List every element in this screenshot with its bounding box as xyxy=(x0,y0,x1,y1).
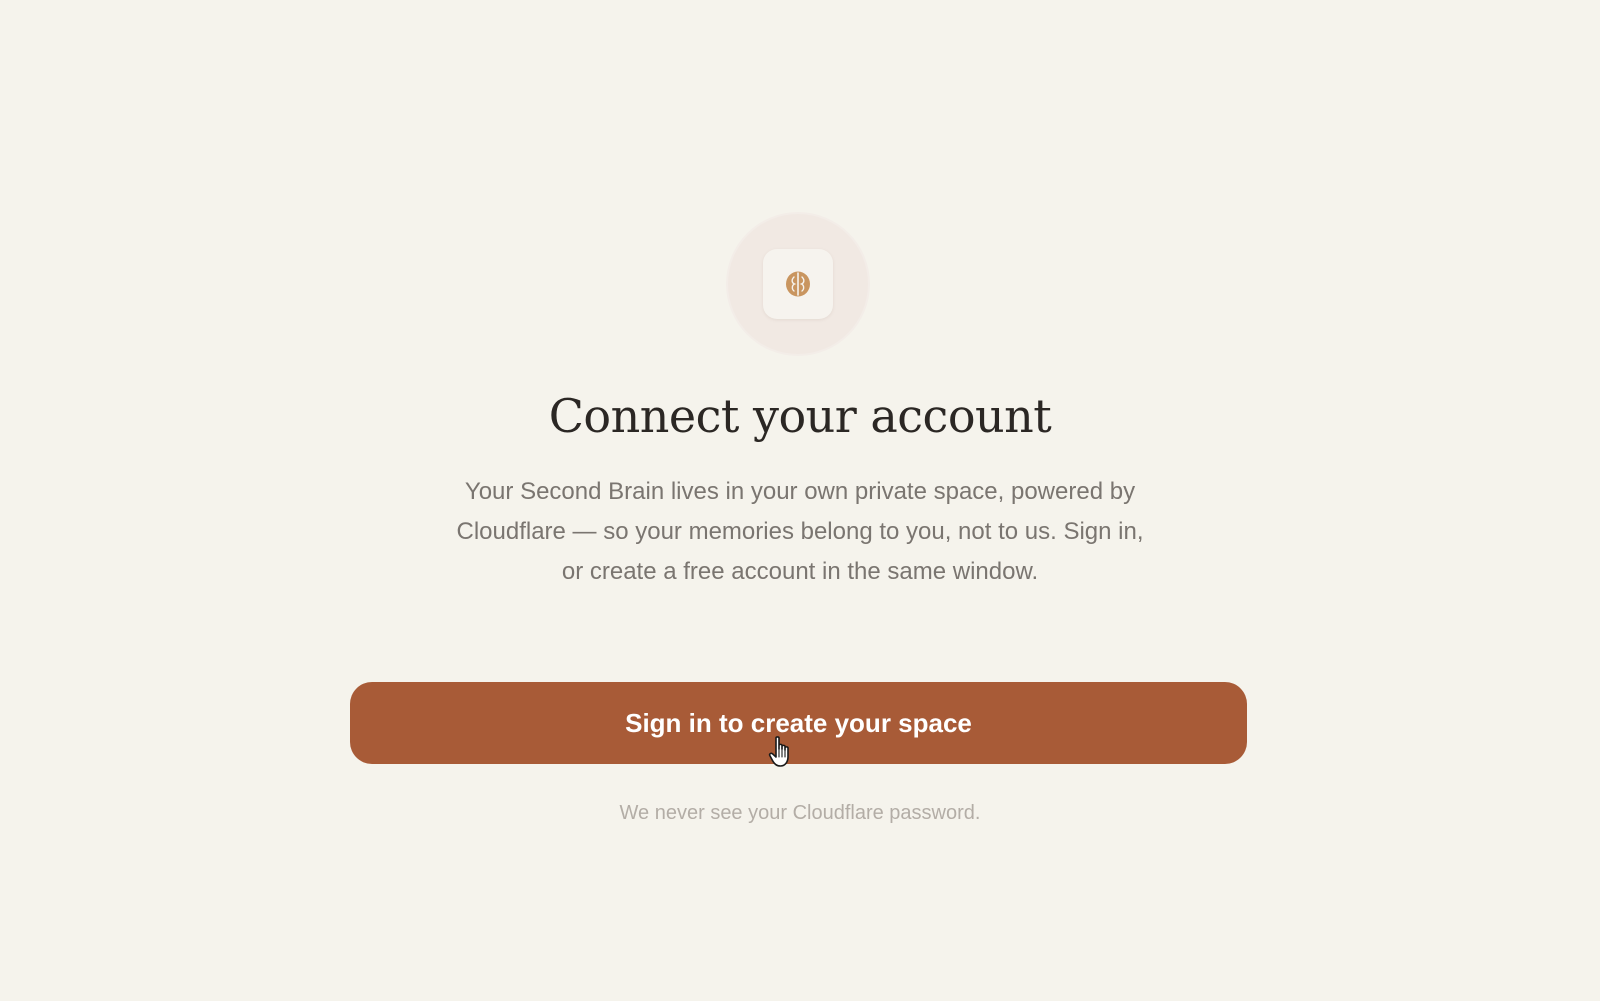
logo-badge xyxy=(728,214,868,354)
sign-in-button[interactable]: Sign in to create your space xyxy=(350,682,1247,764)
logo-tile xyxy=(763,249,833,319)
description-text: Your Second Brain lives in your own priv… xyxy=(456,478,1144,585)
privacy-note: We never see your Cloudflare password. xyxy=(619,802,981,824)
connect-account-screen: Connect your account Your Second Brain l… xyxy=(0,0,1600,1001)
brain-icon xyxy=(786,271,810,297)
page-title: Connect your account xyxy=(548,389,1052,443)
